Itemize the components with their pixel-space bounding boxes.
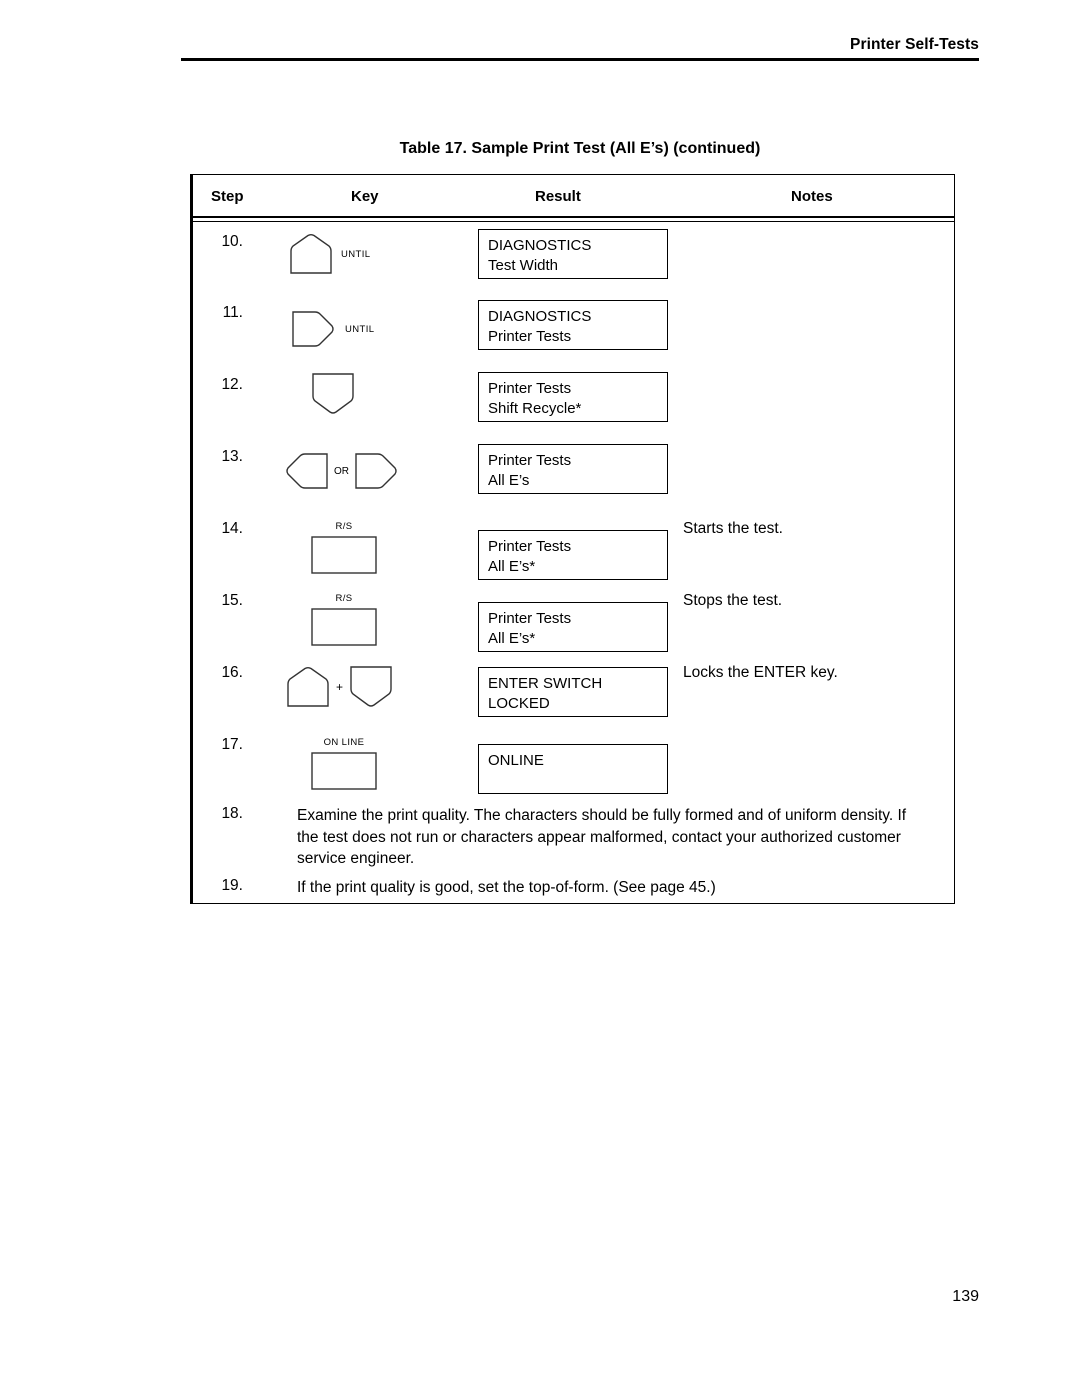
note-cell: Locks the ENTER key. [683, 664, 838, 681]
key-rectangle-icon[interactable]: R/S [311, 521, 377, 574]
result-box: Printer Tests All E’s* [478, 530, 668, 580]
result-line-1: DIAGNOSTICS [488, 308, 592, 325]
key-cell: OR [283, 452, 400, 490]
table-header-row: Step Key Result Notes [193, 175, 954, 218]
step-number: 14. [221, 520, 243, 537]
step-number: 15. [221, 592, 243, 609]
table-row: 15. R/S Printer Tests All E’s* Stops the… [193, 588, 954, 654]
table-row: 12. Printer Tests Shift Recycle* [193, 372, 954, 438]
header-divider-thin [193, 221, 954, 222]
result-box: Printer Tests Shift Recycle* [478, 372, 668, 422]
result-box: ONLINE [478, 744, 668, 794]
header-divider-thick [193, 216, 954, 218]
result-line-1: ENTER SWITCH [488, 675, 603, 692]
result-box: ENTER SWITCH LOCKED [478, 667, 668, 717]
result-line-2: Test Width [488, 257, 559, 274]
key-caption-until: UNTIL [345, 323, 375, 335]
result-line-1: Printer Tests [488, 538, 572, 555]
step-number: 16. [221, 664, 243, 681]
note-cell: Starts the test. [683, 520, 783, 537]
key-cell: UNTIL [289, 233, 370, 275]
key-cell: R/S [311, 521, 377, 574]
key-caption-rs: R/S [335, 593, 353, 604]
key-up-arrow-icon[interactable] [289, 233, 333, 275]
key-down-arrow-icon[interactable] [349, 665, 393, 709]
result-line-2: LOCKED [488, 695, 550, 712]
result-box: Printer Tests All E’s [478, 444, 668, 494]
result-line-1: Printer Tests [488, 452, 572, 469]
key-right-arrow-icon[interactable] [354, 452, 400, 490]
key-separator-or: OR [334, 465, 349, 477]
result-box: DIAGNOSTICS Test Width [478, 229, 668, 279]
print-test-table: Step Key Result Notes 10. UNTIL DIAGNOST… [190, 174, 955, 904]
result-line-2: Printer Tests [488, 328, 572, 345]
key-separator-plus: + [336, 680, 344, 694]
step-number: 18. [221, 805, 243, 822]
key-left-arrow-icon[interactable] [283, 452, 329, 490]
step-number: 13. [221, 448, 243, 465]
running-header: Printer Self-Tests [850, 36, 979, 53]
result-line-2: All E’s* [488, 630, 536, 647]
note-cell: Stops the test. [683, 592, 783, 609]
key-down-arrow-icon[interactable] [311, 372, 355, 416]
result-line-1: ONLINE [488, 752, 544, 769]
step-number: 11. [222, 304, 243, 321]
key-caption-until: UNTIL [341, 248, 371, 260]
step-number: 19. [221, 877, 243, 894]
table-row: 14. R/S Printer Tests All E’s* Starts th… [193, 516, 954, 582]
result-line-2: Shift Recycle* [488, 400, 582, 417]
page-number: 139 [952, 1288, 979, 1305]
result-line-2: All E’s* [488, 558, 536, 575]
step-number: 17. [221, 736, 243, 753]
table-row: 17. ON LINE ONLINE [193, 732, 954, 798]
column-header-key: Key [351, 188, 379, 205]
step-number: 12. [221, 376, 243, 393]
key-caption-rs: R/S [335, 521, 353, 532]
step-paragraph: Examine the print quality. The character… [297, 807, 907, 867]
table-row: 13. OR Printer Tests All E’s [193, 444, 954, 510]
key-rectangle-icon[interactable]: ON LINE [311, 737, 377, 790]
key-up-arrow-icon[interactable] [286, 666, 330, 708]
result-line-2: All E’s [488, 472, 530, 489]
table-row: 16. + ENTER SWITCH LOCKED Locks the ENTE… [193, 660, 954, 726]
key-cell: + [286, 665, 393, 709]
key-right-arrow-icon[interactable] [291, 310, 337, 348]
result-line-1: Printer Tests [488, 380, 572, 397]
step-number: 10. [221, 233, 243, 250]
column-header-result: Result [535, 188, 581, 205]
key-caption-online: ON LINE [323, 737, 365, 748]
key-cell: ON LINE [311, 737, 377, 790]
table-caption: Table 17. Sample Print Test (All E’s) (c… [399, 140, 761, 157]
key-rectangle-icon[interactable]: R/S [311, 593, 377, 646]
result-box: Printer Tests All E’s* [478, 602, 668, 652]
result-line-1: DIAGNOSTICS [488, 237, 592, 254]
key-cell [311, 372, 355, 416]
step-paragraph: If the print quality is good, set the to… [297, 879, 716, 896]
result-line-1: Printer Tests [488, 610, 572, 627]
table-row: 10. UNTIL DIAGNOSTICS Test Width [193, 229, 954, 295]
table-row: 11. UNTIL DIAGNOSTICS Printer Tests [193, 300, 954, 366]
column-header-notes: Notes [791, 188, 833, 205]
key-cell: R/S [311, 593, 377, 646]
header-rule [181, 58, 979, 61]
key-cell: UNTIL [291, 310, 374, 348]
result-box: DIAGNOSTICS Printer Tests [478, 300, 668, 350]
column-header-step: Step [211, 188, 244, 205]
